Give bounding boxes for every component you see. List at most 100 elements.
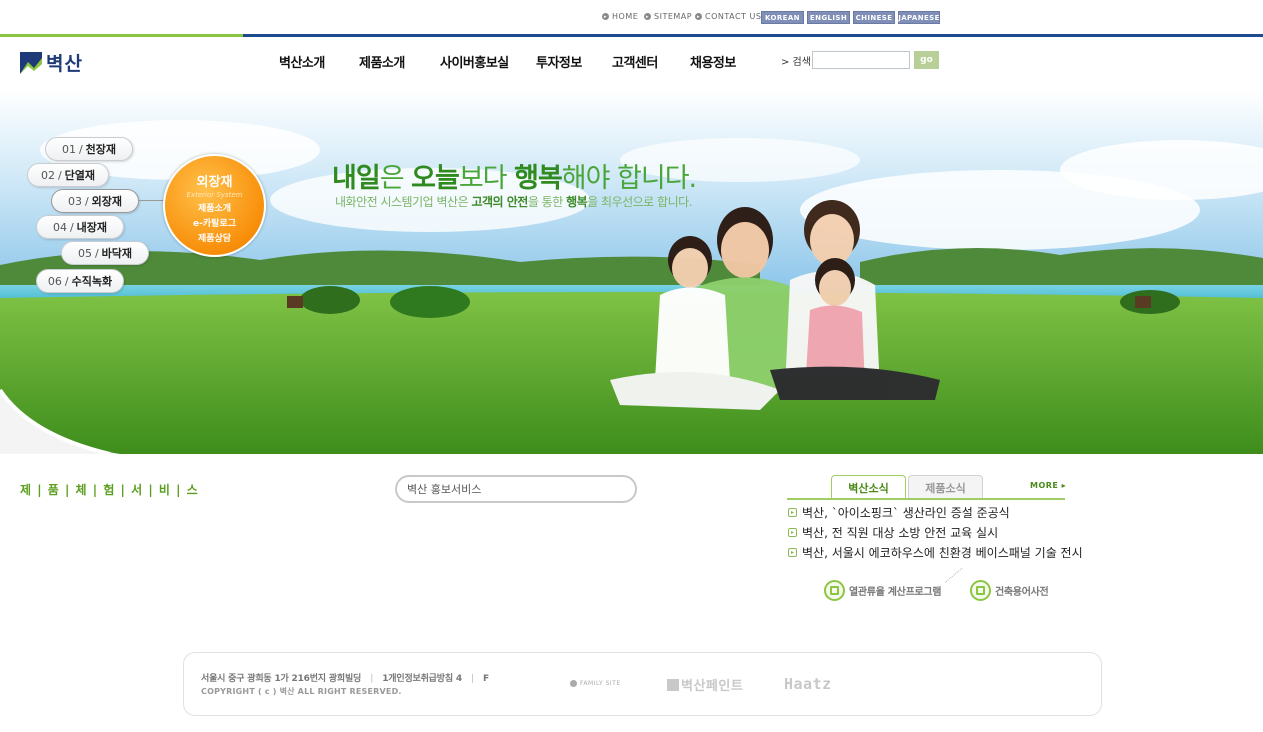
product-menu-num: 04 bbox=[52, 220, 67, 234]
family-site-select[interactable]: FAMILY SITE bbox=[570, 680, 621, 687]
news-item[interactable]: ▸ 벽산, `아이소핑크` 생산라인 증설 준공식 bbox=[788, 504, 1010, 521]
hero-subline: 내화안전 시스템기업 벽산은 고객의 안전을 통한 행복을 최우선으로 합니다. bbox=[335, 193, 692, 210]
home-icon: ▸ bbox=[602, 13, 609, 20]
nav-item-pr[interactable]: 사이버홍보실 bbox=[440, 52, 509, 71]
family-site-label: FAMILY SITE bbox=[580, 680, 621, 687]
connector-line bbox=[139, 200, 164, 201]
partner-logo-paint[interactable]: 벽산페인트 bbox=[667, 675, 743, 694]
exterior-subtitle: Exterior System bbox=[186, 191, 243, 199]
partner-name: 벽산페인트 bbox=[681, 679, 744, 694]
tab-underline bbox=[787, 498, 1065, 500]
lang-english-button[interactable]: ENGLISH bbox=[807, 11, 850, 24]
exterior-product-link[interactable]: 제품소개 bbox=[165, 201, 264, 214]
sitemap-link[interactable]: ▸ SITEMAP bbox=[644, 12, 692, 21]
glossary-link[interactable]: 건축용어사전 bbox=[970, 580, 1049, 601]
subline-part: 행복 bbox=[566, 195, 588, 209]
product-menu-item-02[interactable]: 02/단열재 bbox=[27, 163, 109, 187]
footer-address-line: 서울시 중구 광희동 1가 216번지 광희빌딩 | 1개인정보취급방침 4 | F bbox=[201, 674, 489, 684]
nav-item-customer[interactable]: 고객센터 bbox=[612, 52, 658, 71]
product-menu-label: 수직녹화 bbox=[71, 275, 113, 288]
hero-landscape-image bbox=[0, 90, 1263, 454]
nav-item-products[interactable]: 제품소개 bbox=[359, 52, 405, 71]
news-title: 벽산, 전 직원 대상 소방 안전 교육 실시 bbox=[802, 526, 999, 540]
home-label: HOME bbox=[612, 12, 639, 21]
footer bbox=[183, 652, 1102, 716]
headline-part: 오늘 bbox=[411, 163, 460, 194]
subline-part: 내화안전 시스템기업 벽산은 bbox=[335, 195, 472, 209]
contact-link[interactable]: ▸ CONTACT US bbox=[695, 12, 761, 21]
footer-address: 서울시 중구 광희동 1가 216번지 광희빌딩 bbox=[201, 674, 362, 684]
more-link[interactable]: MORE ▸ bbox=[1030, 481, 1066, 490]
lang-chinese-button[interactable]: CHINESE bbox=[853, 11, 895, 24]
subline-part: 고객의 안전 bbox=[471, 195, 528, 209]
product-menu-num: 01 bbox=[61, 142, 76, 156]
contact-icon: ▸ bbox=[695, 13, 702, 20]
bullet-icon: ▸ bbox=[788, 528, 797, 537]
logo-text: 벽산 bbox=[46, 53, 83, 75]
exterior-system-badge: 외장재 Exterior System 제품소개 e-카탈로그 제품상담 bbox=[163, 154, 266, 257]
exterior-title: 외장재 bbox=[196, 175, 233, 190]
headline-part: 은 bbox=[379, 163, 412, 194]
product-menu-num: 02 bbox=[40, 168, 55, 182]
nav-item-about[interactable]: 벽산소개 bbox=[279, 52, 325, 71]
search-go-button[interactable]: go bbox=[914, 51, 939, 69]
partner-logo-haatz[interactable]: Haatz bbox=[784, 675, 832, 693]
subline-part: 을 통한 bbox=[527, 195, 567, 209]
heat-calc-label: 열관류율 계산프로그램 bbox=[849, 587, 942, 598]
product-menu-item-06[interactable]: 06/수직녹화 bbox=[36, 269, 124, 293]
news-title: 벽산, `아이소핑크` 생산라인 증설 준공식 bbox=[802, 506, 1010, 520]
logo[interactable]: 벽산 bbox=[20, 49, 83, 76]
product-experience-title: 제 | 품 | 체 | 험 | 서 | 비 | 스 bbox=[20, 483, 199, 497]
product-menu-num: 05 bbox=[77, 246, 92, 260]
hero-headline: 내일은 오늘보다 행복해야 합니다. bbox=[332, 156, 697, 195]
product-menu-item-05[interactable]: 05/바닥재 bbox=[61, 241, 149, 265]
headline-part: 행복 bbox=[514, 163, 563, 194]
paint-logo-icon bbox=[667, 679, 679, 691]
heat-calc-link[interactable]: 열관류율 계산프로그램 bbox=[824, 580, 941, 601]
tab-product-news[interactable]: 제품소식 bbox=[908, 475, 983, 500]
search-label: > 검색 bbox=[781, 57, 811, 68]
product-menu-item-01[interactable]: 01/천장재 bbox=[45, 137, 133, 161]
product-menu-item-03[interactable]: 03/외장재 bbox=[51, 189, 139, 213]
hero-banner bbox=[0, 90, 1263, 454]
product-menu-num: 06 bbox=[47, 274, 62, 288]
product-menu-item-04[interactable]: 04/내장재 bbox=[36, 215, 124, 239]
product-menu-label: 내장재 bbox=[76, 221, 108, 234]
product-menu-label: 외장재 bbox=[91, 195, 123, 208]
logo-mark-icon bbox=[20, 51, 42, 74]
headline-part: 보다 bbox=[458, 163, 515, 194]
bullet-icon: ▸ bbox=[788, 548, 797, 557]
footer-copyright: COPYRIGHT ( c ) 벽산 ALL RIGHT RESERVED. bbox=[201, 687, 402, 696]
headline-part: 해야 합니다. bbox=[561, 163, 697, 194]
news-item[interactable]: ▸ 벽산, 서울시 에코하우스에 친환경 베이스패널 기술 전시 bbox=[788, 544, 1083, 561]
utility-bar: ▸ HOME ▸ SITEMAP ▸ CONTACT US KOREAN ENG… bbox=[0, 0, 1263, 34]
nav-item-recruit[interactable]: 채용정보 bbox=[690, 52, 736, 71]
glossary-label: 건축용어사전 bbox=[995, 587, 1049, 598]
contact-label: CONTACT US bbox=[705, 12, 762, 21]
home-link[interactable]: ▸ HOME bbox=[602, 12, 638, 21]
headline-part: 내일 bbox=[332, 163, 381, 194]
product-menu-label: 천장재 bbox=[85, 143, 117, 156]
nav-item-investor[interactable]: 투자정보 bbox=[536, 52, 582, 71]
bullet-icon: ▸ bbox=[788, 508, 797, 517]
calculator-icon bbox=[824, 580, 845, 601]
search-input[interactable] bbox=[812, 51, 910, 69]
product-menu-num: 03 bbox=[67, 194, 82, 208]
exterior-catalog-link[interactable]: e-카탈로그 bbox=[165, 216, 264, 229]
sitemap-label: SITEMAP bbox=[654, 12, 693, 21]
lang-japanese-button[interactable]: JAPANESE bbox=[898, 11, 940, 24]
exterior-consult-link[interactable]: 제품상담 bbox=[165, 231, 264, 244]
product-menu-label: 바닥재 bbox=[101, 247, 133, 260]
lang-korean-button[interactable]: KOREAN bbox=[761, 11, 804, 24]
footer-extra: F bbox=[483, 674, 489, 684]
news-item[interactable]: ▸ 벽산, 전 직원 대상 소방 안전 교육 실시 bbox=[788, 524, 998, 541]
pr-service-select[interactable]: 벽산 홍보서비스 bbox=[395, 475, 637, 503]
news-title: 벽산, 서울시 에코하우스에 친환경 베이스패널 기술 전시 bbox=[802, 546, 1083, 560]
tab-company-news[interactable]: 벽산소식 bbox=[831, 475, 906, 500]
privacy-policy-link[interactable]: 1개인정보취급방침 4 bbox=[382, 674, 462, 684]
book-icon bbox=[970, 580, 991, 601]
subline-part: 을 최우선으로 합니다. bbox=[587, 195, 692, 209]
family-site-icon bbox=[570, 680, 577, 687]
sitemap-icon: ▸ bbox=[644, 13, 651, 20]
product-menu-label: 단열재 bbox=[64, 169, 96, 182]
